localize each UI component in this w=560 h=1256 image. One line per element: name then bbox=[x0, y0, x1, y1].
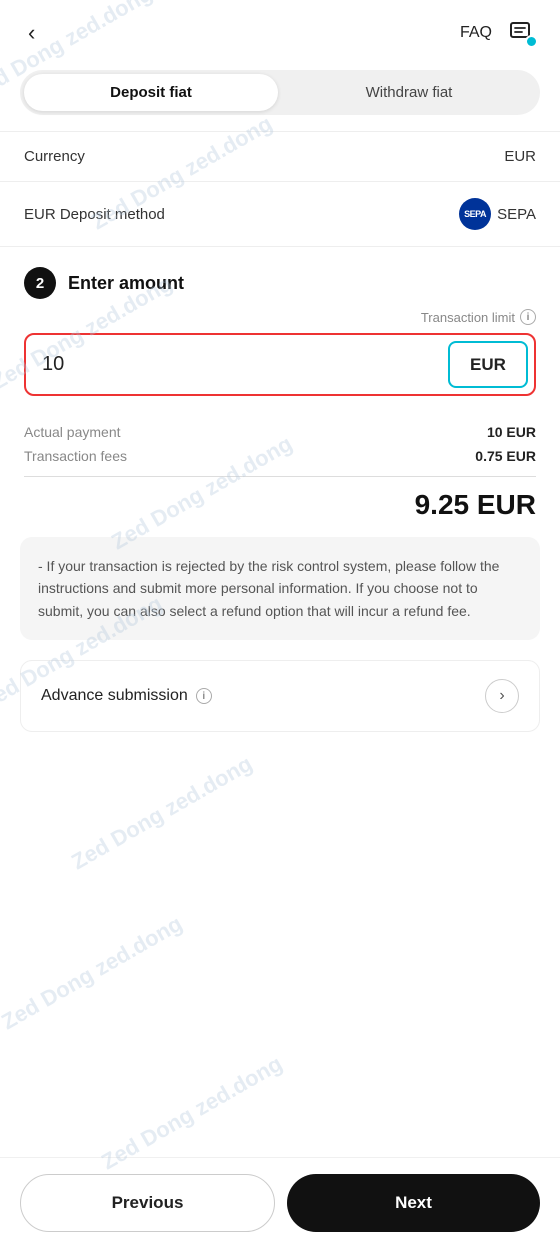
tabs: Deposit fiat Withdraw fiat bbox=[20, 70, 540, 115]
advance-submission-row[interactable]: Advance submission i › bbox=[20, 660, 540, 732]
total-amount-value: 9.25 EUR bbox=[415, 489, 536, 521]
tab-deposit-fiat[interactable]: Deposit fiat bbox=[24, 74, 278, 111]
transaction-limit-info-icon[interactable]: i bbox=[520, 309, 536, 325]
info-section: Currency EUR EUR Deposit method SEPA SEP… bbox=[0, 131, 560, 247]
sepa-text: SEPA bbox=[497, 206, 536, 223]
actual-payment-row: Actual payment 10 EUR bbox=[24, 420, 536, 444]
currency-value: EUR bbox=[504, 148, 536, 165]
total-amount-row: 9.25 EUR bbox=[24, 485, 536, 537]
step-number: 2 bbox=[24, 267, 56, 299]
deposit-method-value: SEPA SEPA bbox=[459, 198, 536, 230]
bottom-buttons: Previous Next bbox=[0, 1157, 560, 1256]
currency-label: Currency bbox=[24, 148, 85, 165]
section-title: Enter amount bbox=[68, 273, 184, 294]
fees-value: 0.75 EUR bbox=[475, 448, 536, 464]
advance-left: Advance submission i bbox=[41, 687, 212, 705]
header: ‹ FAQ bbox=[0, 0, 560, 60]
amount-input-group: EUR bbox=[24, 333, 536, 396]
transaction-limit-row: Transaction limit i bbox=[24, 309, 536, 325]
back-button[interactable]: ‹ bbox=[20, 16, 43, 50]
enter-amount-header: 2 Enter amount bbox=[0, 247, 560, 309]
sepa-logo: SEPA bbox=[459, 198, 491, 230]
notif-badge bbox=[525, 35, 538, 48]
notification-icon[interactable] bbox=[506, 16, 540, 50]
tab-withdraw-fiat[interactable]: Withdraw fiat bbox=[282, 74, 536, 111]
currency-pill: EUR bbox=[448, 341, 528, 388]
advance-chevron-icon[interactable]: › bbox=[485, 679, 519, 713]
amount-input[interactable] bbox=[26, 335, 442, 394]
payment-summary: Actual payment 10 EUR Transaction fees 0… bbox=[0, 412, 560, 537]
currency-row: Currency EUR bbox=[0, 132, 560, 182]
summary-divider bbox=[24, 476, 536, 477]
notice-box: - If your transaction is rejected by the… bbox=[20, 537, 540, 640]
fees-label: Transaction fees bbox=[24, 448, 127, 464]
advance-info-icon[interactable]: i bbox=[196, 688, 212, 704]
amount-area: Transaction limit i EUR bbox=[0, 309, 560, 412]
deposit-method-label: EUR Deposit method bbox=[24, 206, 165, 223]
actual-payment-label: Actual payment bbox=[24, 424, 121, 440]
fees-row: Transaction fees 0.75 EUR bbox=[24, 444, 536, 468]
notice-text: - If your transaction is rejected by the… bbox=[38, 555, 522, 622]
actual-payment-value: 10 EUR bbox=[487, 424, 536, 440]
transaction-limit-label: Transaction limit bbox=[421, 310, 515, 325]
previous-button[interactable]: Previous bbox=[20, 1174, 275, 1232]
faq-label[interactable]: FAQ bbox=[460, 24, 492, 42]
advance-label: Advance submission bbox=[41, 687, 188, 705]
header-right: FAQ bbox=[460, 16, 540, 50]
next-button[interactable]: Next bbox=[287, 1174, 540, 1232]
tabs-container: Deposit fiat Withdraw fiat bbox=[0, 60, 560, 131]
deposit-method-row: EUR Deposit method SEPA SEPA bbox=[0, 182, 560, 247]
